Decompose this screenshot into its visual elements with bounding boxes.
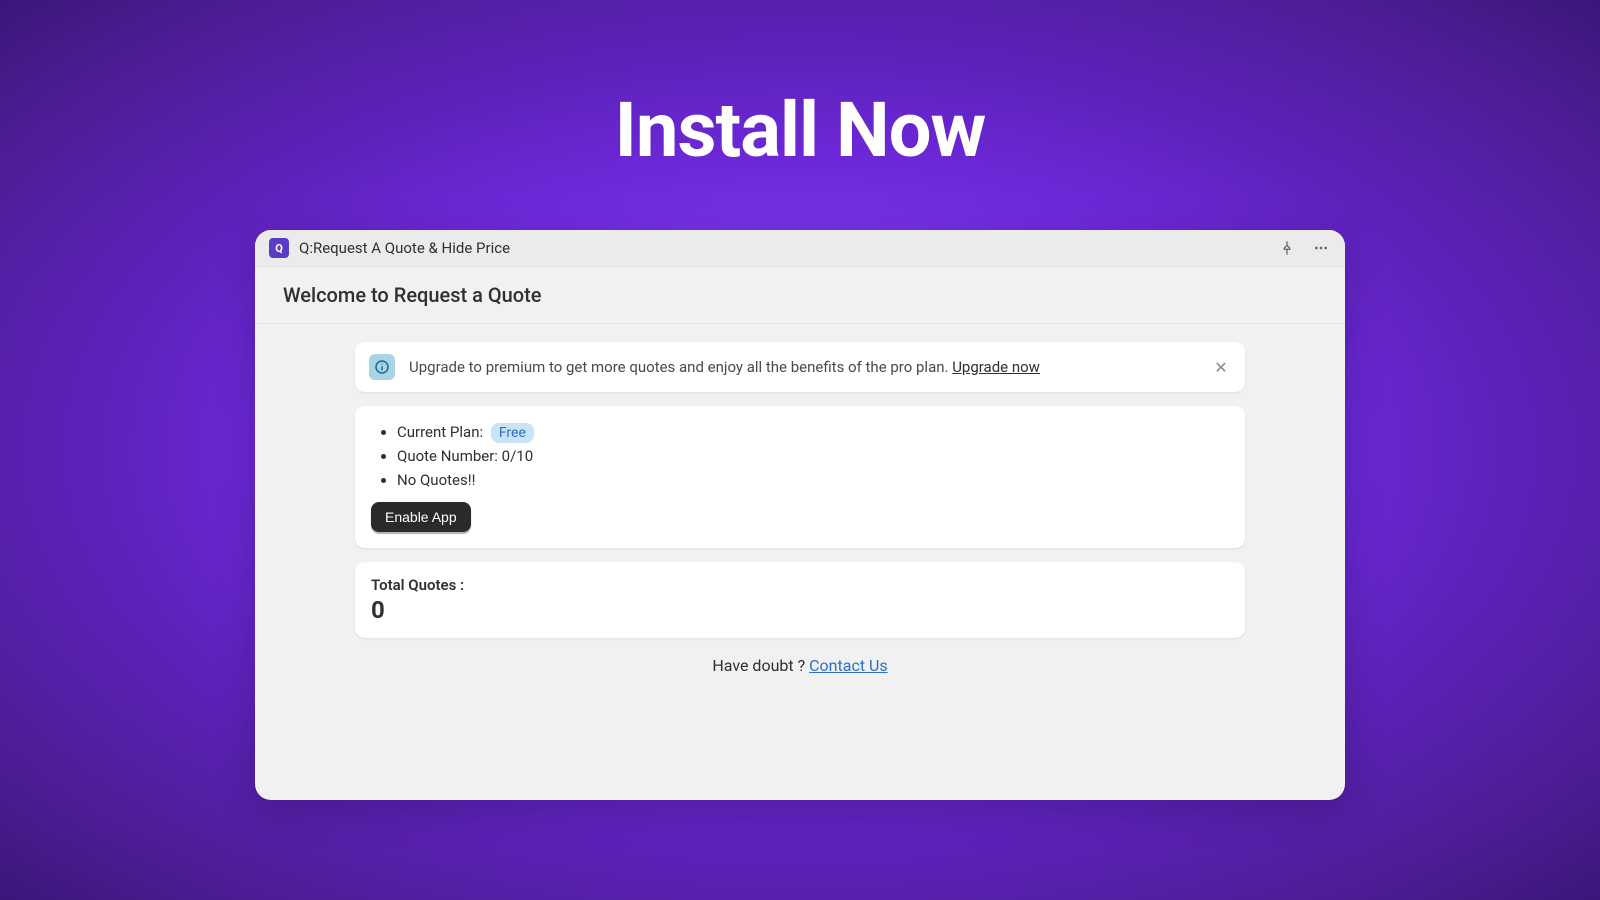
app-header: Q Q:Request A Quote & Hide Price — [255, 230, 1345, 267]
upgrade-now-link[interactable]: Upgrade now — [952, 358, 1040, 376]
enable-app-button[interactable]: Enable App — [371, 502, 471, 532]
quote-number-item: Quote Number: 0/10 — [397, 444, 1229, 468]
contact-us-link[interactable]: Contact Us — [809, 656, 888, 675]
app-window: Q Q:Request A Quote & Hide Price Welcome… — [255, 230, 1345, 800]
upgrade-banner: Upgrade to premium to get more quotes an… — [355, 342, 1245, 392]
current-plan-item: Current Plan: Free — [397, 420, 1229, 444]
header-actions — [1277, 238, 1331, 258]
contact-row: Have doubt ? Contact Us — [355, 656, 1245, 675]
total-quotes-label: Total Quotes : — [371, 576, 1229, 594]
current-plan-label: Current Plan: — [397, 423, 483, 441]
page-title: Install Now — [0, 0, 1600, 230]
welcome-bar: Welcome to Request a Quote — [255, 267, 1345, 324]
total-quotes-value: 0 — [371, 596, 1229, 624]
plan-list: Current Plan: Free Quote Number: 0/10 No… — [371, 420, 1229, 492]
welcome-title: Welcome to Request a Quote — [283, 283, 1317, 307]
pin-icon[interactable] — [1277, 238, 1297, 258]
no-quotes-item: No Quotes!! — [397, 468, 1229, 492]
more-icon[interactable] — [1311, 238, 1331, 258]
banner-message: Upgrade to premium to get more quotes an… — [409, 358, 952, 376]
contact-prefix: Have doubt ? — [712, 656, 809, 675]
plan-badge: Free — [491, 423, 534, 443]
banner-text: Upgrade to premium to get more quotes an… — [409, 358, 1211, 376]
app-name-label: Q:Request A Quote & Hide Price — [299, 239, 1277, 257]
close-icon[interactable]: ✕ — [1211, 357, 1231, 377]
info-icon — [369, 354, 395, 380]
app-logo: Q — [269, 238, 289, 258]
content-area: Upgrade to premium to get more quotes an… — [255, 324, 1345, 693]
total-quotes-card: Total Quotes : 0 — [355, 562, 1245, 638]
plan-card: Current Plan: Free Quote Number: 0/10 No… — [355, 406, 1245, 548]
